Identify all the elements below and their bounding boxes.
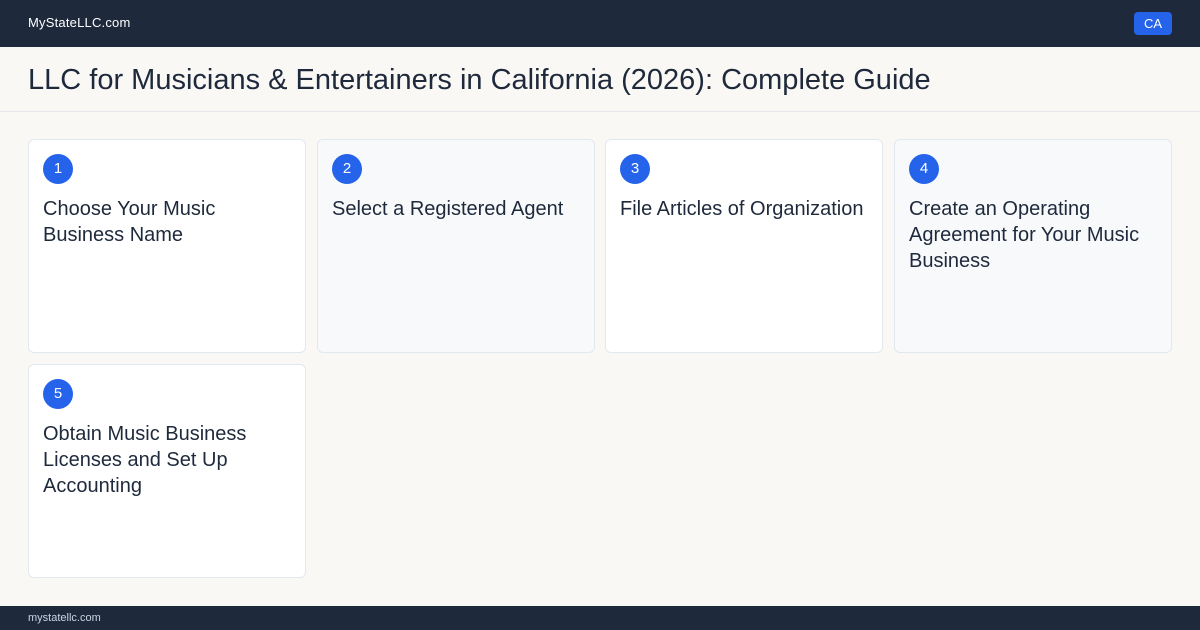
step-card-1[interactable]: 1 Choose Your Music Business Name bbox=[28, 139, 306, 353]
step-title: Obtain Music Business Licenses and Set U… bbox=[43, 423, 247, 497]
step-title: File Articles of Organization bbox=[620, 198, 864, 220]
step-card-4[interactable]: 4 Create an Operating Agreement for Your… bbox=[894, 139, 1172, 353]
step-number-badge: 5 bbox=[43, 379, 73, 409]
step-title: Select a Registered Agent bbox=[332, 198, 564, 220]
step-card-2[interactable]: 2 Select a Registered Agent bbox=[317, 139, 595, 353]
step-number-badge: 4 bbox=[909, 154, 939, 184]
step-title: Create an Operating Agreement for Your M… bbox=[909, 198, 1140, 272]
step-card-3[interactable]: 3 File Articles of Organization bbox=[605, 139, 883, 353]
top-nav-bar: MyStateLLC.com CA bbox=[0, 0, 1200, 47]
step-number-badge: 3 bbox=[620, 154, 650, 184]
footer-domain: mystatellc.com bbox=[28, 612, 101, 624]
footer-bar: mystatellc.com bbox=[0, 606, 1200, 630]
title-section: LLC for Musicians & Entertainers in Cali… bbox=[0, 47, 1200, 112]
state-badge[interactable]: CA bbox=[1134, 12, 1172, 35]
step-number-badge: 1 bbox=[43, 154, 73, 184]
step-card-5[interactable]: 5 Obtain Music Business Licenses and Set… bbox=[28, 364, 306, 578]
site-brand-link[interactable]: MyStateLLC.com bbox=[28, 15, 131, 30]
step-number-badge: 2 bbox=[332, 154, 362, 184]
step-title: Choose Your Music Business Name bbox=[43, 198, 216, 246]
page-title: LLC for Musicians & Entertainers in Cali… bbox=[28, 64, 931, 96]
